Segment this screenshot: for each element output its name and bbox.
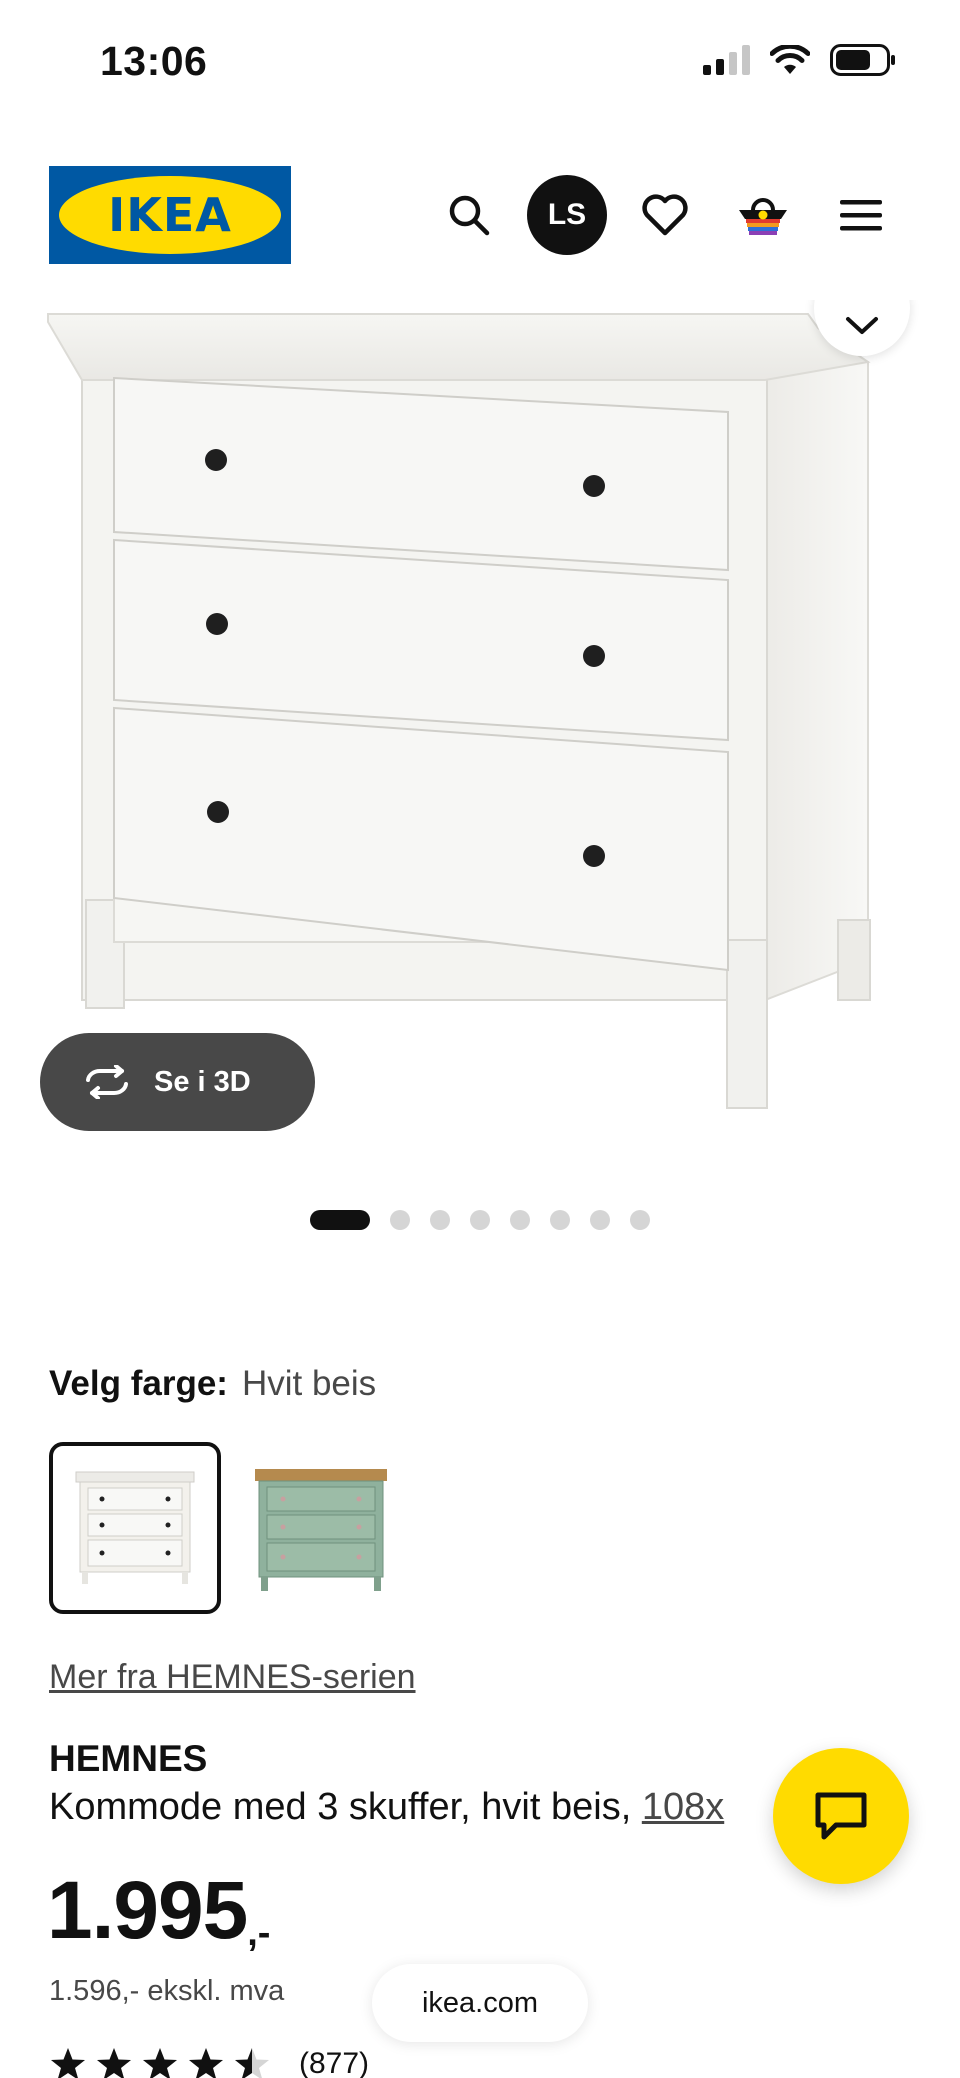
carousel-dot[interactable] [310, 1210, 370, 1230]
product-description: Kommode med 3 skuffer, hvit beis, 108x [49, 1786, 724, 1829]
carousel-dot[interactable] [590, 1210, 610, 1230]
menu-icon [840, 200, 882, 231]
color-label-title: Velg farge: [49, 1364, 228, 1403]
cart-button[interactable] [714, 174, 812, 256]
white-dresser-thumbnail [75, 1471, 195, 1584]
measure-link[interactable]: 108x [642, 1786, 724, 1828]
chat-bubble-icon [815, 1792, 867, 1840]
star-full-icon [189, 2048, 223, 2078]
header-actions: LS [420, 174, 910, 256]
price-suffix: ,- [247, 1912, 271, 1954]
color-swatch-hvit-beis[interactable] [49, 1442, 221, 1614]
star-full-icon [143, 2048, 177, 2078]
chat-button[interactable] [773, 1748, 909, 1884]
color-swatch-green[interactable] [235, 1442, 407, 1614]
star-full-icon [97, 2048, 131, 2078]
rating-count: (877) [299, 2047, 370, 2078]
search-icon [449, 195, 490, 236]
rating-stars [49, 2046, 271, 2078]
status-time: 13:06 [100, 38, 208, 84]
logo-text: IKEA [108, 188, 232, 242]
view-3d-button[interactable]: Se i 3D [40, 1033, 315, 1131]
status-bar: 13:06 [0, 0, 960, 120]
carousel-dots [0, 1210, 960, 1230]
price-ex-vat: 1.596,- ekskl. mva [49, 1975, 285, 2007]
logo-ellipse: IKEA [59, 176, 281, 254]
search-button[interactable] [420, 174, 518, 256]
carousel-dot[interactable] [510, 1210, 530, 1230]
favourites-button[interactable] [616, 174, 714, 256]
rotate-3d-icon [86, 1065, 128, 1099]
menu-button[interactable] [812, 174, 910, 256]
product-name: HEMNES [49, 1738, 208, 1779]
carousel-dot[interactable] [550, 1210, 570, 1230]
price: 1.995 ,- [47, 1870, 270, 1955]
carousel-dot[interactable] [470, 1210, 490, 1230]
avatar: LS [527, 175, 607, 255]
star-half-icon [235, 2048, 269, 2078]
carousel-dot[interactable] [430, 1210, 450, 1230]
price-main: 1.995 [47, 1865, 248, 1956]
color-label: Velg farge: Hvit beis [49, 1364, 376, 1404]
star-full-icon [51, 2048, 85, 2078]
battery-icon [830, 44, 895, 76]
ikea-logo[interactable]: IKEA [49, 166, 291, 264]
carousel-dot[interactable] [390, 1210, 410, 1230]
heart-icon [642, 194, 688, 236]
browser-url-bar[interactable]: ikea.com [372, 1964, 588, 2042]
cellular-signal-icon [703, 45, 750, 75]
basket-icon [739, 198, 787, 235]
view-3d-label: Se i 3D [154, 1065, 251, 1098]
account-button[interactable]: LS [518, 174, 616, 256]
green-dresser-thumbnail [255, 1469, 387, 1591]
product-image[interactable]: Se i 3D [0, 300, 960, 1180]
browser-url-text: ikea.com [421, 1986, 539, 2019]
product-description-text: Kommode med 3 skuffer, hvit beis, [49, 1786, 642, 1828]
carousel-dot[interactable] [630, 1210, 650, 1230]
color-selected-value: Hvit beis [241, 1364, 377, 1403]
wifi-icon [770, 45, 810, 74]
rating[interactable]: (877) [49, 2046, 369, 2078]
series-link[interactable]: Mer fra HEMNES-serien [49, 1658, 416, 1697]
status-icons [703, 44, 896, 76]
site-header: IKEA LS [0, 150, 960, 280]
chevron-down-icon [846, 317, 878, 334]
color-swatches [49, 1442, 407, 1614]
